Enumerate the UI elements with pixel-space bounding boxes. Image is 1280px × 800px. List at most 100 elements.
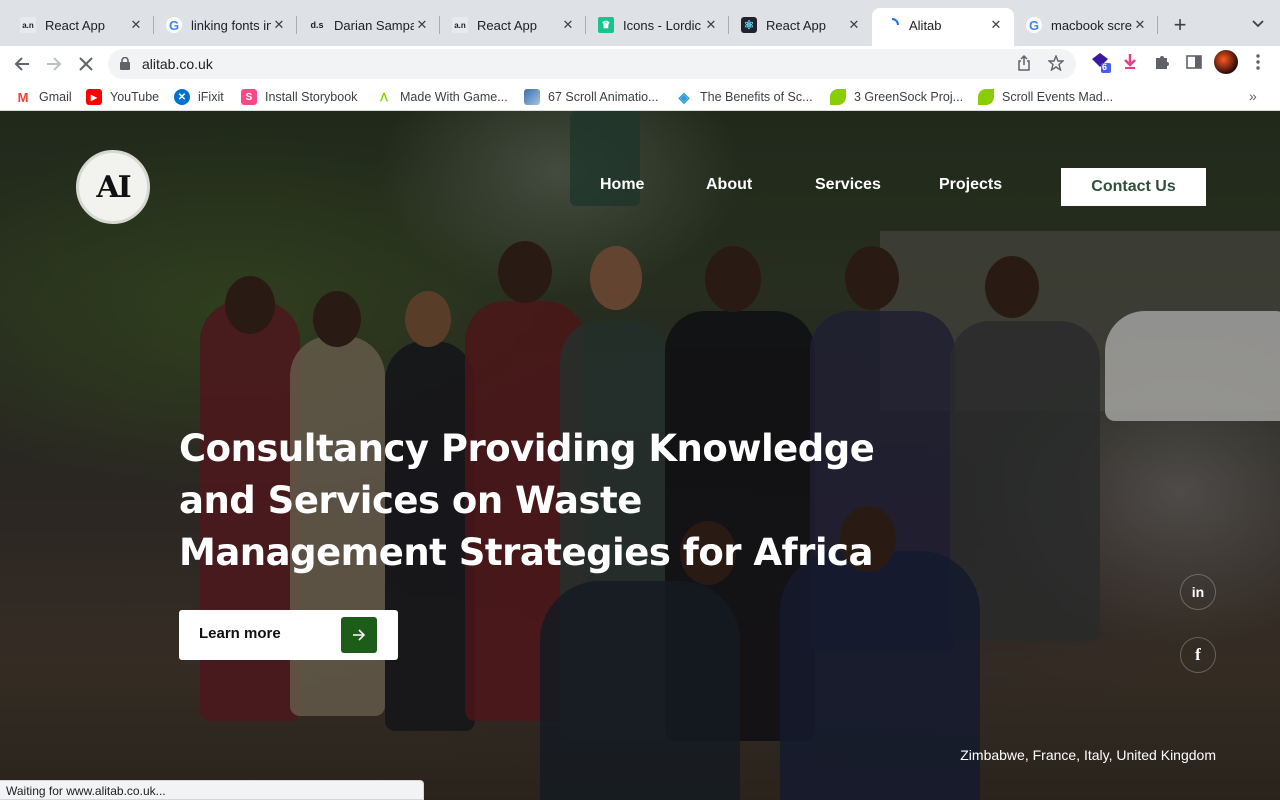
tab-separator bbox=[1157, 16, 1158, 34]
bookmark-label: 67 Scroll Animatio... bbox=[548, 90, 659, 104]
bookmark-youtube[interactable]: ▶ YouTube bbox=[86, 86, 159, 108]
kebab-menu-icon[interactable] bbox=[1246, 50, 1270, 74]
bookmark-label: 3 GreenSock Proj... bbox=[854, 90, 964, 104]
ifixit-icon: ✕ bbox=[174, 89, 190, 105]
download-arrow-icon[interactable] bbox=[1118, 50, 1142, 74]
webpage-hero: AI Home About Services Projects Contact … bbox=[0, 111, 1280, 800]
bookmark-label: iFixit bbox=[198, 90, 224, 104]
tab-title: Darian Sampa bbox=[334, 17, 414, 33]
alitab-logo[interactable]: AI bbox=[76, 150, 150, 224]
bookmark-made-with-gsap[interactable]: ᐱ Made With Game... bbox=[376, 86, 508, 108]
bookmark-label: Scroll Events Mad... bbox=[1002, 90, 1114, 104]
url-text[interactable]: alitab.co.uk bbox=[142, 56, 213, 72]
arrow-right-icon bbox=[341, 617, 377, 653]
youtube-icon: ▶ bbox=[86, 89, 102, 105]
status-bar: Waiting for www.alitab.co.uk... bbox=[0, 780, 424, 800]
loading-spinner-icon bbox=[884, 17, 900, 33]
tab-title: Icons - Lordic bbox=[623, 17, 702, 33]
nav-about[interactable]: About bbox=[706, 176, 752, 194]
tab[interactable]: G linking fonts in ✕ bbox=[154, 8, 297, 42]
bookmark-label: The Benefits of Sc... bbox=[700, 90, 813, 104]
tab-active[interactable]: Alitab ✕ bbox=[872, 8, 1014, 46]
bookmark-ifixit[interactable]: ✕ iFixit bbox=[174, 86, 224, 108]
close-icon bbox=[79, 57, 93, 71]
tab[interactable]: a.n React App ✕ bbox=[8, 8, 154, 42]
arrow-left-icon bbox=[14, 57, 29, 71]
chevron-double-right-icon[interactable]: » bbox=[1249, 88, 1257, 104]
tab-title: React App bbox=[477, 17, 537, 33]
tab-title: React App bbox=[45, 17, 105, 33]
bookmark-scroll-events[interactable]: Scroll Events Mad... bbox=[978, 86, 1113, 108]
tab[interactable]: G macbook scre ✕ bbox=[1014, 8, 1158, 42]
tab[interactable]: ♛ Icons - Lordic ✕ bbox=[586, 8, 729, 42]
facebook-icon[interactable]: f bbox=[1180, 637, 1216, 673]
nav-services[interactable]: Services bbox=[815, 176, 881, 194]
linkedin-icon[interactable]: in bbox=[1180, 574, 1216, 610]
bookmark-label: Made With Game... bbox=[400, 90, 508, 104]
address-bar[interactable]: alitab.co.uk bbox=[108, 49, 1076, 79]
new-tab-button[interactable]: + bbox=[1168, 12, 1192, 37]
back-button[interactable] bbox=[8, 50, 36, 78]
close-icon[interactable]: ✕ bbox=[271, 17, 287, 33]
storybook-icon: S bbox=[241, 89, 257, 105]
crown-icon: ♛ bbox=[598, 17, 614, 33]
tab-search-chevron-icon[interactable] bbox=[1248, 14, 1268, 34]
learn-more-button[interactable]: Learn more bbox=[179, 610, 398, 660]
close-icon[interactable]: ✕ bbox=[414, 17, 430, 33]
react-app-favicon-icon: a.n bbox=[452, 17, 468, 33]
close-icon[interactable]: ✕ bbox=[128, 17, 144, 33]
tab[interactable]: ⚛ React App ✕ bbox=[729, 8, 872, 42]
nav-projects[interactable]: Projects bbox=[939, 176, 1002, 194]
close-icon[interactable]: ✕ bbox=[846, 17, 862, 33]
countries-text: Zimbabwe, France, Italy, United Kingdom bbox=[960, 747, 1216, 763]
greensock-icon bbox=[978, 89, 994, 105]
arrow-right-icon bbox=[47, 57, 62, 71]
google-icon: G bbox=[166, 17, 182, 33]
bookmark-label: YouTube bbox=[110, 90, 160, 104]
gmail-icon: M bbox=[15, 89, 31, 105]
bookmark-greensock-projects[interactable]: 3 GreenSock Proj... bbox=[830, 86, 963, 108]
tab-title: macbook scre bbox=[1051, 17, 1132, 33]
gsap-icon: ᐱ bbox=[376, 89, 392, 105]
react-app-favicon-icon: a.n bbox=[20, 17, 36, 33]
logo-text: AI bbox=[96, 169, 131, 205]
lock-icon[interactable] bbox=[120, 56, 130, 75]
tab-strip: a.n React App ✕ G linking fonts in ✕ d.s… bbox=[0, 0, 1280, 46]
bookmarks-bar: M Gmail ▶ YouTube ✕ iFixit S Install Sto… bbox=[0, 83, 1280, 111]
bookmark-star-icon[interactable] bbox=[1047, 54, 1065, 76]
bookmark-scroll-animations[interactable]: 67 Scroll Animatio... bbox=[524, 86, 658, 108]
bookmark-gmail[interactable]: M Gmail bbox=[15, 86, 72, 108]
contact-us-button[interactable]: Contact Us bbox=[1061, 168, 1206, 206]
hero-title: Consultancy Providing Knowledge and Serv… bbox=[179, 427, 875, 574]
google-icon: G bbox=[1026, 17, 1042, 33]
tab[interactable]: a.n React App ✕ bbox=[440, 8, 586, 42]
close-icon[interactable]: ✕ bbox=[560, 17, 576, 33]
bookmark-benefits[interactable]: ◈ The Benefits of Sc... bbox=[676, 86, 813, 108]
side-panel-icon[interactable] bbox=[1182, 50, 1206, 74]
bookmark-storybook[interactable]: S Install Storybook bbox=[241, 86, 357, 108]
avatar[interactable] bbox=[1214, 50, 1238, 74]
extension-badge: 6 bbox=[1102, 62, 1108, 72]
bookmark-label: Gmail bbox=[39, 90, 72, 104]
tab-title: Alitab bbox=[909, 17, 942, 33]
diamond-icon: ◈ bbox=[676, 89, 692, 105]
greensock-icon bbox=[830, 89, 846, 105]
extension-gem-icon[interactable]: 6 bbox=[1088, 50, 1112, 74]
tab-title: linking fonts in bbox=[191, 17, 271, 33]
stop-loading-button[interactable] bbox=[72, 50, 100, 78]
browser-toolbar: alitab.co.uk 6 bbox=[0, 46, 1280, 83]
forward-button[interactable] bbox=[40, 50, 68, 78]
bookmark-image-icon bbox=[524, 89, 540, 105]
close-icon[interactable]: ✕ bbox=[988, 17, 1004, 33]
puzzle-icon[interactable] bbox=[1150, 50, 1174, 74]
react-icon: ⚛ bbox=[741, 17, 757, 33]
close-icon[interactable]: ✕ bbox=[1132, 17, 1148, 33]
nav-home[interactable]: Home bbox=[600, 176, 644, 194]
close-icon[interactable]: ✕ bbox=[703, 17, 719, 33]
learn-more-label: Learn more bbox=[199, 625, 281, 642]
tab[interactable]: d.s Darian Sampa ✕ bbox=[297, 8, 440, 42]
tab-title: React App bbox=[766, 17, 826, 33]
bookmark-label: Install Storybook bbox=[265, 90, 358, 104]
ds-favicon-icon: d.s bbox=[310, 20, 324, 30]
share-icon[interactable] bbox=[1017, 54, 1031, 76]
